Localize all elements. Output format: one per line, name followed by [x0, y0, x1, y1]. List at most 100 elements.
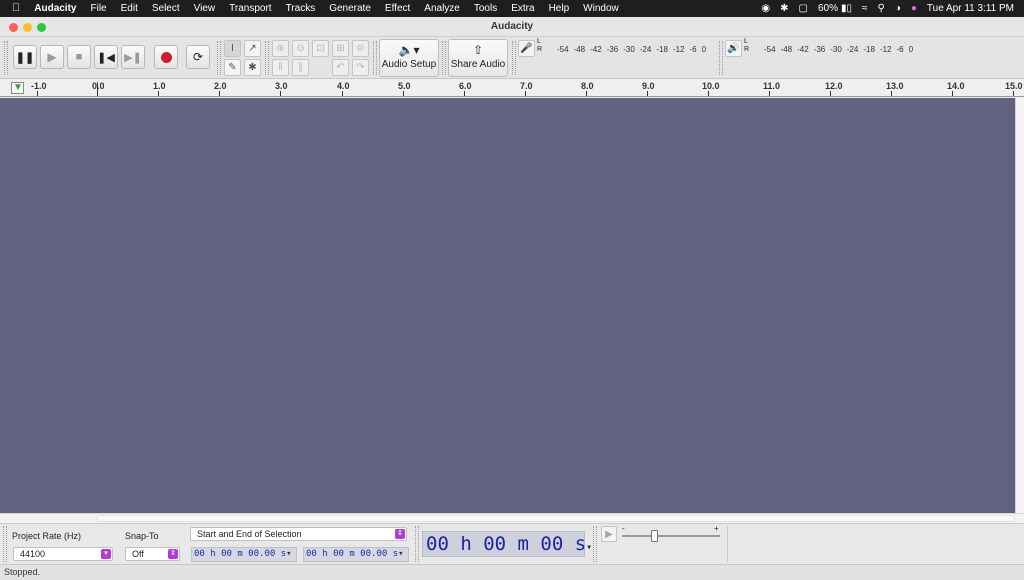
- menu-window[interactable]: Window: [576, 0, 626, 17]
- play-button[interactable]: ▶: [40, 45, 64, 69]
- zoom-window-button[interactable]: [37, 23, 46, 32]
- play-at-speed-grip[interactable]: [593, 526, 597, 562]
- zoom-out-button[interactable]: ⊖: [292, 40, 309, 57]
- selection-mode-value: Start and End of Selection: [197, 529, 302, 539]
- menu-analyze[interactable]: Analyze: [417, 0, 467, 17]
- selection-tool[interactable]: I: [224, 40, 241, 57]
- battery-icon[interactable]: ▮▯: [841, 3, 852, 14]
- snap-to-select[interactable]: Off ⇕: [125, 547, 180, 561]
- control-center-icon[interactable]: ◑: [895, 3, 901, 14]
- menu-help[interactable]: Help: [542, 0, 577, 17]
- playback-meter-grip[interactable]: [719, 41, 723, 75]
- timeline-ruler[interactable]: ▼ -1.0 0.0 1.0 2.0 3.0 4.0 5.0 6.0 7.0 8…: [0, 79, 1024, 97]
- audio-setup-grip[interactable]: [373, 41, 377, 75]
- toolbar-separator: [727, 526, 728, 562]
- record-meter-grip[interactable]: [512, 41, 516, 75]
- play-icon: ▶: [47, 50, 57, 64]
- vertical-scrollbar[interactable]: [1015, 98, 1024, 513]
- envelope-tool[interactable]: ↗: [244, 40, 261, 57]
- menu-edit[interactable]: Edit: [114, 0, 145, 17]
- battery-percent[interactable]: 60%: [818, 3, 838, 14]
- project-rate-select[interactable]: 44100 ▾: [13, 547, 113, 561]
- horizontal-scroll-thumb[interactable]: [97, 515, 1015, 522]
- horizontal-scrollbar[interactable]: [0, 513, 1024, 523]
- screen-record-icon[interactable]: ◉: [761, 3, 770, 14]
- tools-grip[interactable]: [217, 41, 221, 75]
- ruler-tick: 3.0: [275, 81, 288, 91]
- playback-channel-left: L: [744, 38, 748, 45]
- record-button[interactable]: [154, 45, 178, 69]
- stop-button[interactable]: ■: [67, 45, 91, 69]
- draw-tool[interactable]: ✎: [224, 59, 241, 76]
- playback-channel-right: R: [744, 46, 750, 53]
- meter-tick: -54: [557, 44, 569, 54]
- speaker-meter-icon: 🔊: [727, 43, 740, 54]
- speed-slider-thumb[interactable]: [651, 530, 658, 542]
- ruler-tick: 10.0: [702, 81, 720, 91]
- selection-start-time[interactable]: 00 h 00 m 00.00 s▾: [191, 547, 297, 562]
- record-meter-channels: L R: [537, 38, 542, 54]
- close-window-button[interactable]: [9, 23, 18, 32]
- menu-select[interactable]: Select: [145, 0, 187, 17]
- record-meter-scale[interactable]: -54 -48 -42 -36 -30 -24 -18 -12 -6 0: [557, 42, 711, 56]
- trim-button[interactable]: ‖: [272, 59, 289, 76]
- zoom-in-button[interactable]: ⊕: [272, 40, 289, 57]
- menu-generate[interactable]: Generate: [322, 0, 378, 17]
- audio-setup-button[interactable]: 🔈▾ Audio Setup: [379, 39, 439, 77]
- spotlight-search-icon[interactable]: ⚲: [877, 3, 884, 14]
- status-menu-area: ◉ ✱ ▢ 60% ▮▯ ≈ ⚲ ◑ ● Tue Apr 11 3:11 PM: [751, 0, 1024, 17]
- playback-meter-button[interactable]: 🔊: [725, 40, 742, 57]
- edit-grip[interactable]: [265, 41, 269, 75]
- pause-button[interactable]: ❚❚: [13, 45, 37, 69]
- menu-tools[interactable]: Tools: [467, 0, 504, 17]
- display-icon[interactable]: ▢: [799, 3, 808, 14]
- project-rate-label: Project Rate (Hz): [12, 531, 82, 541]
- selection-end-time[interactable]: 00 h 00 m 00.00 s▾: [303, 547, 409, 562]
- meter-tick: -18: [863, 44, 875, 54]
- ruler-tick: 15.0: [1005, 81, 1023, 91]
- pin-playhead-button[interactable]: ▼: [11, 82, 24, 94]
- bluetooth-icon[interactable]: ✱: [780, 3, 788, 14]
- menu-clock[interactable]: Tue Apr 11 3:11 PM: [927, 3, 1014, 14]
- pause-icon: ❚❚: [15, 51, 35, 64]
- speed-slider-track[interactable]: [622, 535, 720, 537]
- play-at-speed-button[interactable]: ▶: [601, 526, 617, 542]
- skip-to-end-button[interactable]: ▶❚: [121, 45, 145, 69]
- wifi-icon[interactable]: ≈: [862, 3, 868, 14]
- menu-extra[interactable]: Extra: [504, 0, 541, 17]
- redo-button[interactable]: ↷: [352, 59, 369, 76]
- play-head-icon: ▼: [13, 82, 23, 93]
- menu-tracks[interactable]: Tracks: [279, 0, 323, 17]
- zoom-toggle-button[interactable]: ⊜: [352, 40, 369, 57]
- record-meter-button[interactable]: 🎤: [518, 40, 535, 57]
- track-panel[interactable]: [0, 98, 1015, 513]
- toolbar-grip[interactable]: [4, 41, 8, 75]
- apple-icon[interactable]: : [0, 0, 27, 17]
- menu-effect[interactable]: Effect: [378, 0, 417, 17]
- ruler-tick: 11.0: [763, 81, 781, 91]
- siri-icon[interactable]: ●: [911, 3, 917, 14]
- skip-to-start-button[interactable]: ❚◀: [94, 45, 118, 69]
- playback-meter-scale[interactable]: -54 -48 -42 -36 -30 -24 -18 -12 -6 0: [764, 42, 918, 56]
- audio-position-display[interactable]: 00 h 00 m 00 s▾: [422, 531, 592, 557]
- undo-button[interactable]: ↶: [332, 59, 349, 76]
- selection-toolbar-grip[interactable]: [3, 526, 7, 562]
- app-menu[interactable]: Audacity: [27, 0, 83, 17]
- fit-selection-button[interactable]: ⊡: [312, 40, 329, 57]
- menu-file[interactable]: File: [83, 0, 113, 17]
- menu-transport[interactable]: Transport: [222, 0, 278, 17]
- fit-project-button[interactable]: ⊞: [332, 40, 349, 57]
- time-toolbar-grip[interactable]: [415, 526, 419, 562]
- ruler-tick: 13.0: [886, 81, 904, 91]
- multi-tool[interactable]: ✱: [244, 59, 261, 76]
- selection-mode-select[interactable]: Start and End of Selection ⇕: [190, 527, 407, 541]
- share-audio-button[interactable]: ⇧ Share Audio: [448, 39, 508, 77]
- ruler-tick: -1.0: [31, 81, 47, 91]
- menu-view[interactable]: View: [187, 0, 223, 17]
- meter-tick: -6: [689, 44, 697, 54]
- minimize-window-button[interactable]: [23, 23, 32, 32]
- loop-button[interactable]: ⟳: [186, 45, 210, 69]
- share-grip[interactable]: [442, 41, 446, 75]
- silence-button[interactable]: ∥: [292, 59, 309, 76]
- audio-position-value: 00 h 00 m 00 s: [426, 533, 587, 555]
